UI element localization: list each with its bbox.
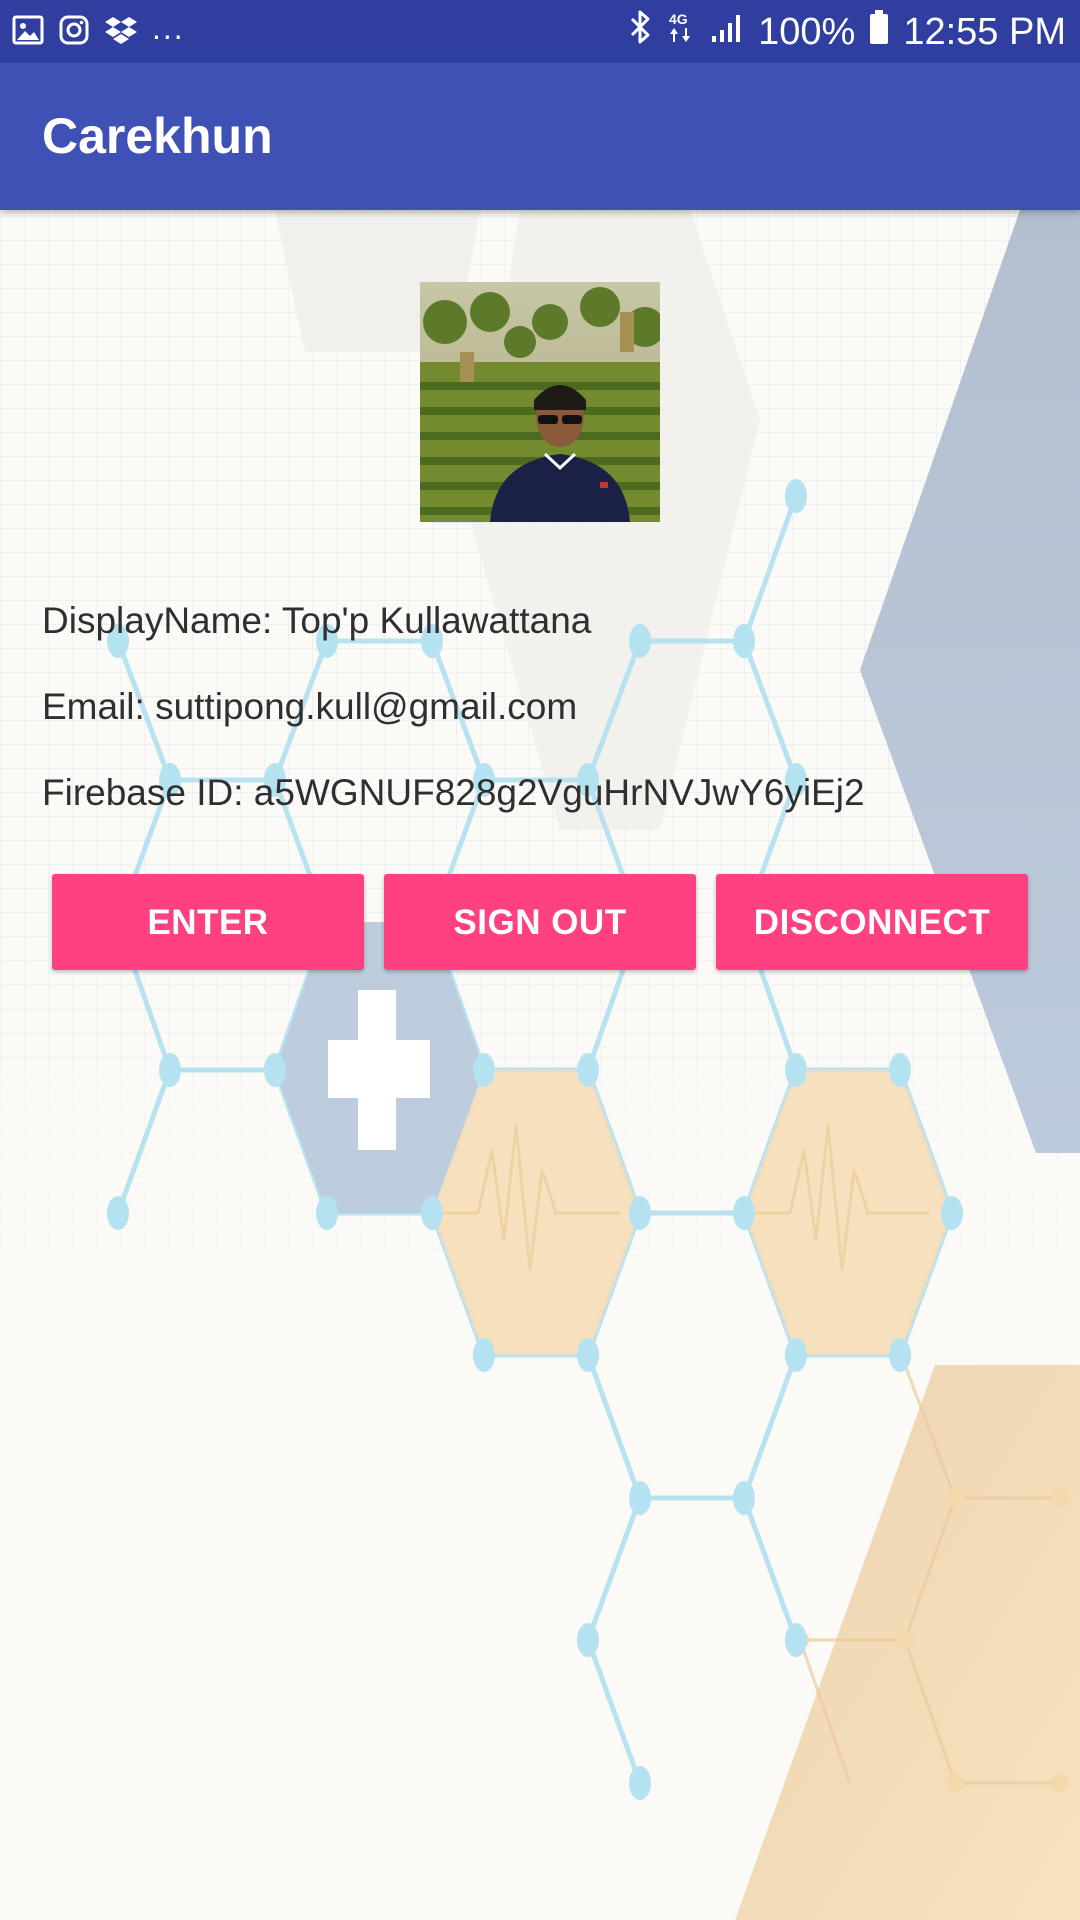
bluetooth-icon [628, 9, 652, 55]
disconnect-button[interactable]: DISCONNECT [716, 874, 1028, 970]
battery-icon [869, 9, 889, 55]
dropbox-icon [104, 15, 138, 50]
app-title: Carekhun [42, 108, 273, 164]
notification-icons: ... [12, 10, 185, 51]
profile-photo-icon [420, 282, 660, 522]
network-4g-icon: 4G [666, 9, 696, 55]
more-notifications-indicator: ... [152, 10, 185, 46]
system-status: 4G 100% 12:55 PM [628, 8, 1066, 56]
profile-photo [420, 282, 660, 522]
firebase-id-text: Firebase ID: a5WGNUF828g2VguHrNVJwY6yiEj… [42, 772, 865, 813]
enter-button[interactable]: ENTER [52, 874, 364, 970]
app-bar: Carekhun [0, 63, 1080, 210]
email-text: Email: suttipong.kull@gmail.com [42, 686, 578, 727]
svg-text:4G: 4G [669, 11, 688, 27]
gallery-icon [12, 15, 44, 50]
display-name-text: DisplayName: Top'p Kullawattana [42, 600, 592, 641]
clock-time: 12:55 PM [903, 10, 1066, 53]
battery-percent: 100% [758, 10, 856, 53]
instagram-icon [58, 14, 90, 51]
signal-icon [710, 10, 744, 54]
status-bar: ... 4G 100% 12:55 PM [0, 0, 1080, 63]
sign-out-button[interactable]: SIGN OUT [384, 874, 696, 970]
screen: ... 4G 100% 12:55 PM Carekhun DisplayNam… [0, 0, 1080, 1920]
